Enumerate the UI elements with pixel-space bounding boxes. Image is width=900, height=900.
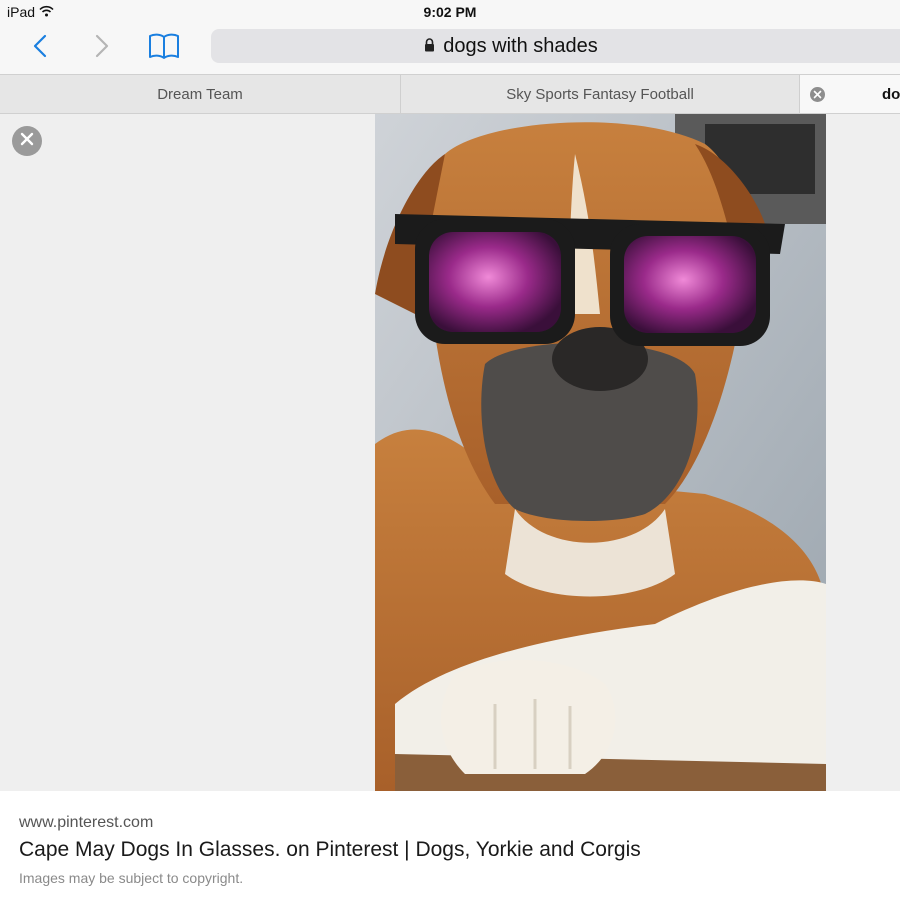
bookmarks-button[interactable] xyxy=(144,30,184,66)
book-icon xyxy=(148,32,180,65)
tab-label: do xyxy=(882,85,900,103)
dog-with-sunglasses-image xyxy=(375,114,826,791)
close-viewer-button[interactable] xyxy=(12,126,42,156)
close-tab-button[interactable] xyxy=(810,87,825,102)
chevron-left-icon xyxy=(33,34,47,63)
result-title[interactable]: Cape May Dogs In Glasses. on Pinterest |… xyxy=(19,838,641,862)
browser-toolbar: dogs with shades xyxy=(0,24,900,74)
tab-sky-sports[interactable]: Sky Sports Fantasy Football xyxy=(401,75,800,113)
tab-bar: Dream Team Sky Sports Fantasy Football d… xyxy=(0,74,900,114)
image-caption: www.pinterest.com Cape May Dogs In Glass… xyxy=(0,791,900,900)
dog-photo[interactable] xyxy=(375,114,826,791)
status-bar: iPad 9:02 PM xyxy=(0,0,900,24)
image-viewer xyxy=(0,114,900,791)
close-icon xyxy=(813,86,822,104)
address-text: dogs with shades xyxy=(443,34,598,57)
source-domain[interactable]: www.pinterest.com xyxy=(19,814,153,832)
close-icon xyxy=(20,132,34,151)
copyright-note: Images may be subject to copyright. xyxy=(19,870,244,886)
tab-label: Dream Team xyxy=(157,85,243,103)
back-button[interactable] xyxy=(20,30,60,66)
status-time: 9:02 PM xyxy=(423,4,477,20)
address-bar[interactable]: dogs with shades xyxy=(211,29,900,63)
chevron-right-icon xyxy=(95,34,109,63)
tab-label: Sky Sports Fantasy Football xyxy=(506,85,694,103)
tab-dream-team[interactable]: Dream Team xyxy=(0,75,401,113)
forward-button[interactable] xyxy=(82,30,122,66)
lock-icon xyxy=(424,35,435,58)
